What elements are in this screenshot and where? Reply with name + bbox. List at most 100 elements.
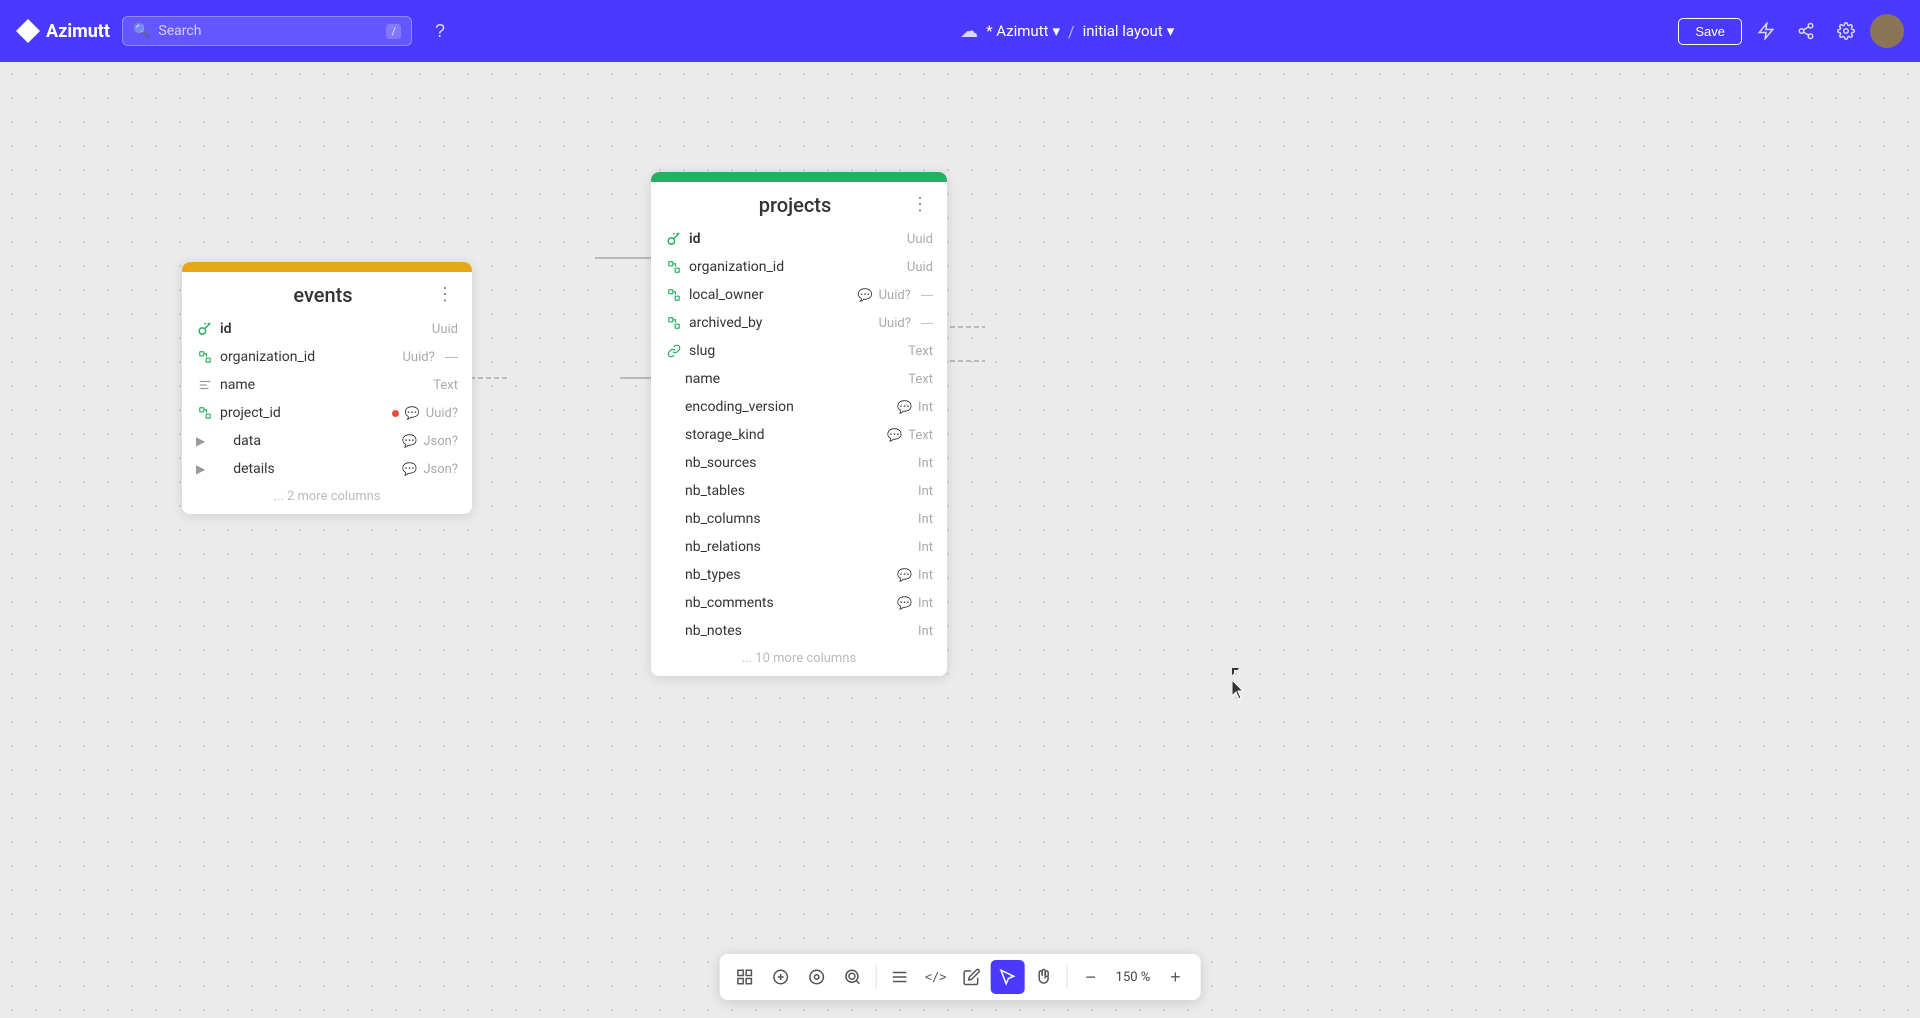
str-icon — [665, 482, 679, 500]
col-type: Uuid? — [879, 316, 911, 331]
comment-icon: 💬 — [858, 288, 873, 302]
layout-name-button[interactable]: initial layout ▾ — [1083, 22, 1175, 40]
events-table-header — [182, 262, 472, 272]
connectors — [0, 62, 1920, 1018]
table-row: project_id 💬 Uuid? — [182, 399, 472, 427]
str-icon — [665, 594, 679, 612]
logo: Azimutt — [16, 19, 110, 43]
col-type: Text — [908, 428, 933, 443]
right-actions: Save — [1678, 14, 1904, 48]
col-name: archived_by — [689, 315, 873, 331]
code-button[interactable]: </> — [919, 960, 953, 994]
hand-icon — [1035, 968, 1053, 986]
table-row: name Text — [651, 365, 947, 393]
project-name-button[interactable]: * Azimutt ▾ — [986, 22, 1060, 40]
fk-icon — [665, 314, 683, 332]
table-row: ▶ data 💬 Json? — [182, 427, 472, 455]
col-type: Text — [433, 378, 458, 393]
table-row: name Text — [182, 371, 472, 399]
col-type: Uuid — [907, 260, 933, 275]
project-dropdown-icon: ▾ — [1052, 22, 1060, 40]
save-button[interactable]: Save — [1678, 18, 1742, 45]
col-name: organization_id — [689, 259, 901, 275]
col-type: Int — [918, 540, 933, 555]
zoom-in-button[interactable]: + — [1158, 960, 1192, 994]
header: Azimutt 🔍 Search / ? ☁ * Azimutt ▾ / ini… — [0, 0, 1920, 62]
share-icon — [1797, 22, 1815, 40]
cloud-icon: ☁ — [960, 21, 978, 42]
events-menu-button[interactable]: ⋮ — [432, 282, 458, 307]
table-row: nb_comments 💬 Int — [651, 589, 947, 617]
col-name: nb_relations — [685, 539, 912, 555]
comment-icon: 💬 — [402, 434, 417, 448]
str-icon — [196, 376, 214, 394]
canvas[interactable]: events ⋮ id Uuid organization_id Uuid? -… — [0, 62, 1920, 1018]
col-name: name — [685, 371, 902, 387]
col-type: Uuid? — [879, 288, 911, 303]
projects-table: projects ⋮ id Uuid organization_id Uuid … — [651, 172, 947, 676]
zoom-out-button[interactable]: − — [1074, 960, 1108, 994]
col-name: name — [220, 377, 427, 393]
toolbar-separator — [1067, 965, 1068, 989]
table-row: id Uuid — [182, 315, 472, 343]
code-icon: </> — [925, 970, 947, 984]
note-circle-icon — [808, 968, 826, 986]
zoom-level: 150 % — [1110, 970, 1157, 985]
fit-view-button[interactable] — [728, 960, 762, 994]
col-name: id — [220, 321, 426, 337]
col-name: data — [233, 433, 396, 449]
table-row: slug Text — [651, 337, 947, 365]
col-type: Int — [918, 400, 933, 415]
pan-button[interactable] — [1027, 960, 1061, 994]
col-type: Uuid? — [426, 406, 458, 421]
add-note-button[interactable] — [800, 960, 834, 994]
json-icon — [213, 432, 227, 450]
help-button[interactable]: ? — [424, 15, 456, 47]
breadcrumb-separator: / — [1068, 22, 1075, 41]
col-name: local_owner — [689, 287, 852, 303]
table-row: nb_sources Int — [651, 449, 947, 477]
comment-icon: 💬 — [897, 568, 912, 582]
table-row: nb_columns Int — [651, 505, 947, 533]
str-icon — [665, 566, 679, 584]
col-type: Int — [918, 624, 933, 639]
bolt-button[interactable] — [1750, 15, 1782, 47]
comment-icon: 💬 — [897, 400, 912, 414]
settings-button[interactable] — [1830, 15, 1862, 47]
select-button[interactable] — [991, 960, 1025, 994]
table-row: nb_relations Int — [651, 533, 947, 561]
search-box[interactable]: 🔍 Search / — [122, 16, 412, 46]
gear-icon — [1837, 22, 1855, 40]
cursor — [1232, 668, 1242, 678]
fk-icon — [196, 404, 214, 422]
more-columns: ... 10 more columns — [651, 645, 947, 676]
col-type: Json? — [423, 434, 458, 449]
table-row: nb_tables Int — [651, 477, 947, 505]
dashed-right: ---- — [921, 317, 933, 330]
projects-table-title: projects — [683, 193, 907, 217]
edit-button[interactable] — [955, 960, 989, 994]
fk-icon — [196, 348, 214, 366]
find-button[interactable] — [836, 960, 870, 994]
col-name: nb_types — [685, 567, 891, 583]
share-button[interactable] — [1790, 15, 1822, 47]
table-row: storage_kind 💬 Text — [651, 421, 947, 449]
col-type: Text — [908, 372, 933, 387]
table-row: nb_notes Int — [651, 617, 947, 645]
help-icon: ? — [435, 21, 445, 42]
col-type: Int — [918, 512, 933, 527]
col-name: nb_columns — [685, 511, 912, 527]
layout-name-text: initial layout — [1083, 22, 1163, 40]
events-table-title: events — [214, 283, 432, 307]
table-row: nb_types 💬 Int — [651, 561, 947, 589]
projects-menu-button[interactable]: ⋮ — [907, 192, 933, 217]
add-node-button[interactable] — [764, 960, 798, 994]
col-type: Uuid? — [403, 350, 435, 365]
avatar[interactable] — [1870, 14, 1904, 48]
col-name: details — [233, 461, 396, 477]
fk-icon — [665, 286, 683, 304]
col-type: Uuid — [907, 232, 933, 247]
layout-button[interactable] — [883, 960, 917, 994]
str-icon — [665, 398, 679, 416]
key-icon — [665, 230, 683, 248]
